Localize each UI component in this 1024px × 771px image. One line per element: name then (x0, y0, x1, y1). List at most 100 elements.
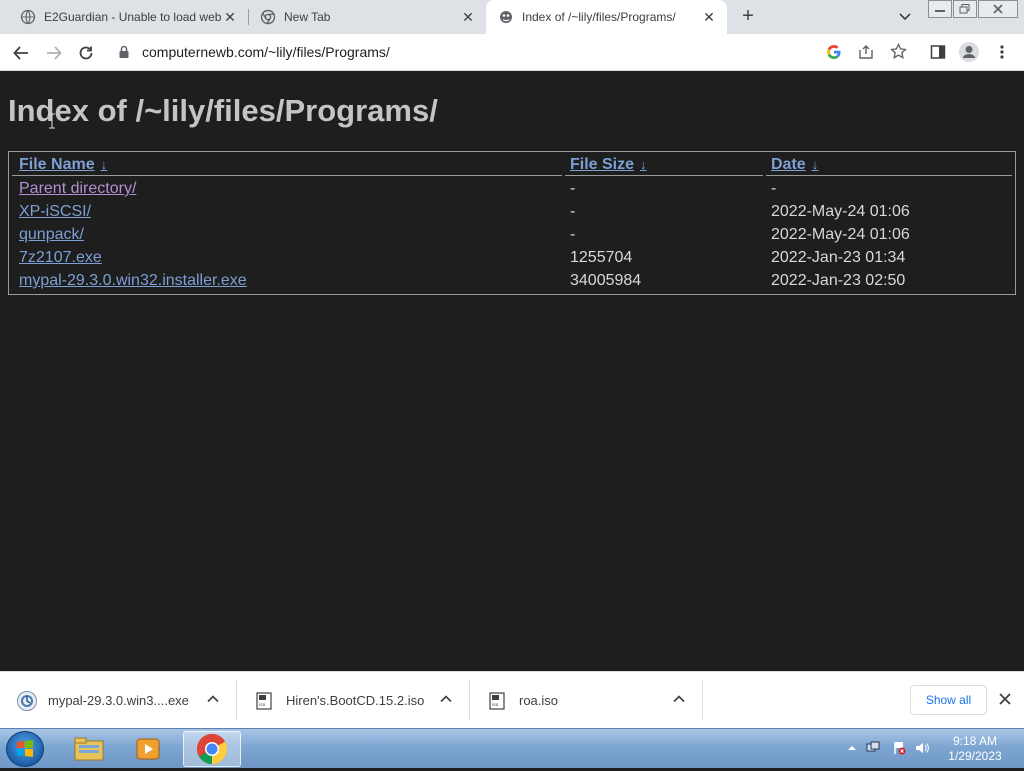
chrome-icon (196, 733, 228, 764)
header-divider (12, 175, 562, 176)
menu-dots-icon[interactable] (999, 44, 1005, 60)
new-tab-button[interactable]: + (737, 6, 759, 28)
chevron-up-icon[interactable] (672, 692, 686, 706)
shelf-divider (469, 680, 470, 720)
text-cursor-icon (49, 113, 55, 129)
windows-taskbar: 9:18 AM 1/29/2023 (0, 728, 1024, 768)
file-size-cell: - (570, 203, 576, 220)
tab-strip: E2Guardian - Unable to load web ✕ New Ta… (0, 0, 1024, 34)
tab-new-tab[interactable]: New Tab ✕ (240, 0, 486, 34)
windows-logo-icon (17, 740, 33, 757)
file-link-mypal-installer[interactable]: mypal-29.3.0.win32.installer.exe (19, 272, 247, 290)
column-header-label: File Size (570, 156, 635, 173)
media-player-icon (136, 738, 160, 760)
header-divider (766, 175, 1012, 176)
svg-text:iso: iso (259, 702, 266, 708)
globe-icon (20, 9, 36, 25)
close-tab-icon[interactable]: ✕ (701, 9, 717, 25)
tray-expand-icon[interactable] (845, 741, 859, 755)
download-item[interactable]: mypal-29.3.0.win3....exe (16, 672, 236, 729)
taskbar-explorer[interactable] (60, 731, 118, 767)
folder-icon (74, 737, 104, 761)
download-shelf: mypal-29.3.0.win3....exe iso Hiren's.Boo… (0, 671, 1024, 728)
google-icon[interactable] (826, 44, 842, 60)
tab-title: E2Guardian - Unable to load web (44, 10, 222, 24)
file-size-cell: - (570, 180, 576, 197)
download-filename: roa.iso (519, 693, 559, 708)
sort-arrow-icon: ↓ (100, 157, 108, 172)
installer-icon (17, 690, 37, 711)
header-divider (565, 175, 763, 176)
shelf-divider (236, 680, 237, 720)
chevron-up-icon[interactable] (439, 692, 453, 706)
tab-index-programs[interactable]: Index of /~lily/files/Programs/ ✕ (486, 0, 727, 34)
bookmark-star-icon[interactable] (890, 43, 907, 60)
system-clock[interactable]: 9:18 AM 1/29/2023 (940, 734, 1010, 764)
action-center-warning-icon[interactable] (892, 741, 906, 755)
minimize-icon (935, 10, 945, 12)
file-link-parent-directory[interactable]: Parent directory/ (19, 180, 136, 198)
file-listing-table: File Name ↓ File Size ↓ Date ↓ Parent direc… (8, 151, 1016, 295)
file-link-7z2107[interactable]: 7z2107.exe (19, 249, 102, 267)
forward-arrow-icon (47, 46, 62, 60)
maximize-button[interactable] (953, 0, 977, 18)
column-header-file-size[interactable]: File Size ↓ (570, 156, 647, 174)
share-icon[interactable] (858, 44, 874, 60)
download-filename: Hiren's.BootCD.15.2.iso (286, 693, 425, 708)
disc-image-icon: iso (256, 691, 272, 710)
file-date-cell: - (771, 180, 777, 197)
chrome-icon (260, 9, 276, 25)
close-icon (993, 4, 1003, 14)
column-header-label: Date (771, 156, 806, 173)
close-tab-icon[interactable]: ✕ (460, 9, 476, 25)
file-date-cell: 2022-Jan-23 02:50 (771, 272, 906, 289)
profile-avatar-icon[interactable] (958, 41, 980, 63)
side-panel-icon[interactable] (930, 44, 946, 60)
start-button[interactable] (6, 731, 44, 767)
clock-date: 1/29/2023 (948, 749, 1002, 763)
svg-text:iso: iso (492, 702, 499, 708)
tab-title: New Tab (284, 10, 331, 24)
site-icon (500, 11, 512, 23)
chevron-up-icon[interactable] (206, 692, 220, 706)
tab-search-chevron-icon[interactable] (896, 9, 914, 25)
clock-time: 9:18 AM (952, 734, 998, 748)
file-size-cell: 1255704 (570, 249, 633, 266)
file-date-cell: 2022-May-24 01:06 (771, 203, 910, 220)
file-link-xp-iscsi[interactable]: XP-iSCSI/ (19, 203, 91, 221)
file-size-cell: 34005984 (570, 272, 642, 289)
back-arrow-icon (13, 46, 28, 60)
close-window-button[interactable] (978, 0, 1018, 18)
sort-arrow-icon: ↓ (640, 157, 647, 172)
taskbar-media-player[interactable] (120, 731, 178, 767)
network-icon[interactable] (866, 741, 880, 755)
back-button[interactable] (10, 42, 32, 64)
column-header-file-name[interactable]: File Name ↓ (19, 156, 107, 174)
sort-arrow-icon: ↓ (811, 157, 819, 172)
reload-icon (79, 46, 93, 60)
volume-icon[interactable] (915, 741, 929, 755)
restore-icon (959, 4, 970, 14)
page-content: Index of /~lily/files/Programs/ File Nam… (0, 71, 1024, 671)
download-item[interactable]: iso roa.iso (487, 672, 702, 729)
forward-button[interactable] (43, 42, 65, 64)
tab-e2guardian[interactable]: E2Guardian - Unable to load web ✕ (0, 0, 248, 34)
file-date-cell: 2022-May-24 01:06 (771, 226, 910, 243)
minimize-button[interactable] (928, 0, 952, 18)
page-title: Index of /~lily/files/Programs/ (8, 93, 438, 128)
column-header-date[interactable]: Date ↓ (771, 156, 818, 174)
file-date-cell: 2022-Jan-23 01:34 (771, 249, 906, 266)
show-all-downloads-button[interactable]: Show all (910, 685, 987, 715)
file-size-cell: - (570, 226, 576, 243)
download-filename: mypal-29.3.0.win3....exe (48, 693, 189, 708)
reload-button[interactable] (75, 42, 97, 64)
download-item[interactable]: iso Hiren's.BootCD.15.2.iso (254, 672, 469, 729)
url-text[interactable]: computernewb.com/~lily/files/Programs/ (142, 44, 390, 60)
taskbar-chrome[interactable] (183, 731, 241, 767)
close-shelf-icon[interactable] (998, 692, 1012, 706)
close-tab-icon[interactable]: ✕ (222, 9, 238, 25)
file-link-qunpack[interactable]: qunpack/ (19, 226, 84, 244)
shelf-divider (702, 680, 703, 720)
lock-icon[interactable] (118, 45, 130, 59)
tab-title: Index of /~lily/files/Programs/ (522, 10, 676, 24)
